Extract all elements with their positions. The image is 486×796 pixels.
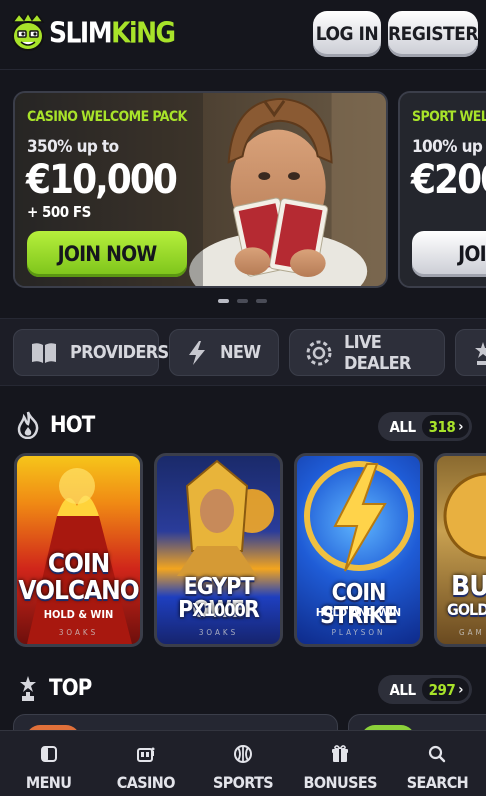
top-header: SLIMKiNG LOG IN REGISTER: [0, 0, 486, 70]
slot-machine-icon: [136, 747, 155, 762]
nav-label: BONUSES: [303, 773, 378, 792]
nav-sports[interactable]: SPORTS: [194, 731, 291, 796]
bottom-navigation: MENU CASINO SPORTS BONUSES SEARCH: [0, 730, 486, 796]
carousel-indicator: [218, 299, 267, 303]
gift-icon: [332, 745, 349, 762]
top-all-button[interactable]: ALL 297 ›: [378, 675, 472, 704]
banner-subtitle: 100% up to: [412, 137, 486, 157]
banner-amount: €200: [411, 157, 486, 203]
nav-label: SPORTS: [212, 773, 274, 792]
banner-kicker: SPORT WELCO: [412, 109, 486, 125]
top-count-badge: 297 ›: [421, 678, 469, 701]
game-provider: 3OAKS: [58, 628, 99, 637]
flame-icon: [17, 411, 39, 439]
hot-all-button[interactable]: ALL 318 ›: [378, 412, 472, 441]
nav-menu[interactable]: MENU: [0, 731, 97, 796]
game-title: BU: [451, 569, 486, 602]
hot-games-row[interactable]: COIN VOLCANO HOLD & WIN 3OAKS EGYPT POWE…: [0, 453, 486, 648]
game-provider: 3OAKS: [198, 628, 239, 637]
nav-casino[interactable]: CASINO: [97, 731, 194, 796]
trophy-icon: [475, 341, 486, 365]
logo-text-king: KiNG: [111, 15, 176, 49]
all-label: ALL: [389, 417, 416, 436]
category-label: NEW: [220, 342, 261, 363]
basketball-icon: [234, 745, 252, 763]
section-heading: TOP: [49, 675, 92, 701]
register-button[interactable]: REGISTER: [388, 11, 479, 57]
hot-count-badge: 318 ›: [421, 415, 469, 438]
game-provider: GAM: [459, 628, 485, 637]
game-title-line2: GOLD: [447, 600, 486, 619]
game-card-coin-volcano[interactable]: COIN VOLCANO HOLD & WIN 3OAKS: [14, 453, 143, 647]
nav-label: MENU: [25, 773, 72, 792]
category-label: LIVE DEALER: [344, 331, 411, 374]
chip-icon: [306, 340, 332, 365]
count-value: 318: [428, 417, 456, 436]
top-section-title: TOP: [17, 674, 92, 702]
king-face-icon: [11, 12, 45, 51]
banner-kicker: CASINO WELCOME PACK: [27, 109, 187, 125]
login-button[interactable]: LOG IN: [313, 11, 381, 57]
join-now-button[interactable]: JOIN NOW: [27, 231, 187, 277]
game-title-line2: X1000: [192, 600, 246, 621]
game-title: COIN: [47, 549, 110, 579]
category-live-dealer[interactable]: LIVE DEALER: [289, 329, 445, 376]
all-label: ALL: [389, 680, 416, 699]
carousel-dot[interactable]: [218, 299, 229, 303]
promo-carousel[interactable]: CASINO WELCOME PACK 350% up to €10,000 +…: [0, 70, 486, 316]
game-card-coin-strike[interactable]: COIN STRIKE HOLD AND WIN PLAYSON: [294, 453, 423, 647]
chevron-right-icon: ›: [458, 418, 463, 435]
casino-welcome-banner[interactable]: CASINO WELCOME PACK 350% up to €10,000 +…: [13, 91, 388, 288]
category-providers[interactable]: PROVIDERS: [13, 329, 169, 376]
category-strip[interactable]: PROVIDERS NEW LIVE DEALER: [0, 318, 486, 386]
game-provider: PLAYSON: [331, 628, 386, 637]
carousel-dot[interactable]: [237, 299, 248, 303]
search-icon: [429, 745, 446, 763]
join-button[interactable]: JOI: [412, 231, 486, 277]
nav-label: CASINO: [116, 773, 176, 792]
nav-bonuses[interactable]: BONUSES: [292, 731, 389, 796]
game-card-buffalo-gold[interactable]: BU GOLD GAM: [434, 453, 486, 647]
book-icon: [32, 342, 56, 363]
game-card-egypt-power[interactable]: EGYPT POWER X1000 3OAKS: [154, 453, 283, 647]
sport-welcome-banner[interactable]: SPORT WELCO 100% up to €200 JOI: [398, 91, 486, 288]
game-title-line2: VOLCANO: [18, 576, 139, 606]
banner-amount: €10,000: [26, 157, 178, 203]
nav-search[interactable]: SEARCH: [389, 731, 486, 796]
chevron-right-icon: ›: [458, 681, 463, 698]
logo-text-slim: SLIM: [49, 15, 113, 49]
nav-label: SEARCH: [406, 773, 469, 792]
banner-subtitle: 350% up to: [27, 137, 119, 157]
trophy-icon: [20, 676, 36, 701]
category-top[interactable]: [455, 329, 486, 376]
game-subtitle: HOLD AND WIN: [315, 606, 402, 619]
logo-wordmark: SLIMKiNG: [49, 15, 176, 49]
game-subtitle: HOLD & WIN: [43, 608, 114, 621]
section-heading: HOT: [50, 412, 95, 438]
lightning-icon: [189, 340, 205, 365]
banner-extra: + 500 FS: [27, 203, 91, 221]
menu-icon: [40, 746, 57, 762]
carousel-dot[interactable]: [256, 299, 267, 303]
category-label: PROVIDERS: [70, 342, 169, 363]
hot-section-title: HOT: [16, 411, 95, 439]
category-new[interactable]: NEW: [169, 329, 279, 376]
game-title: COIN STRIKE: [320, 580, 398, 629]
count-value: 297: [428, 680, 456, 699]
slimking-logo[interactable]: SLIMKiNG: [9, 12, 176, 52]
